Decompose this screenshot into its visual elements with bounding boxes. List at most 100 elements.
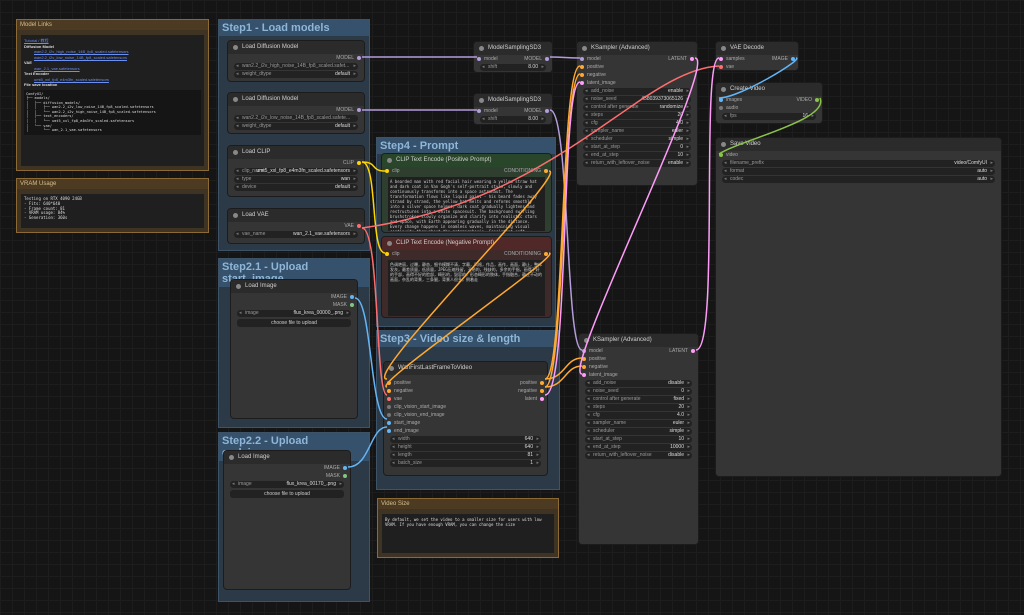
node-load-diffusion-high[interactable]: Load Diffusion Model MODEL wan2.2_i2v_hi…	[227, 40, 365, 82]
output-dot[interactable]	[540, 381, 544, 385]
input-dot[interactable]	[387, 397, 391, 401]
input-dot[interactable]	[385, 169, 389, 173]
vae-link[interactable]: wan_2.1_vae.safetensors	[34, 66, 80, 71]
output-dot[interactable]	[544, 252, 548, 256]
node-ksampler-2[interactable]: KSampler (Advanced) model LATENT positive…	[578, 333, 699, 545]
input-dot[interactable]	[719, 106, 723, 110]
widget-steps[interactable]: steps 20	[583, 112, 691, 119]
input-dot[interactable]	[387, 389, 391, 393]
format-widget[interactable]: format auto	[722, 168, 995, 175]
input-dot[interactable]	[582, 373, 586, 377]
node-save-video[interactable]: Save Video video filename_prefix video/Co…	[715, 137, 1002, 477]
widget-control-after-generate[interactable]: control after generate fixed	[585, 396, 692, 403]
input-dot[interactable]	[719, 65, 723, 69]
unet-name-widget[interactable]: wan2.2_i2v_high_noise_14B_fp8_scaled.saf…	[234, 63, 358, 70]
clip-name-widget[interactable]: clip_nameumt5_xxl_fp8_e4m3fn_scaled.safe…	[234, 168, 358, 175]
diffusion-link-high[interactable]: wan2.2_i2v_high_noise_14B_fp8_scaled.saf…	[34, 49, 129, 54]
filename-prefix-widget[interactable]: filename_prefix video/ComfyUI	[722, 160, 995, 167]
widget-return_with_leftover_noise[interactable]: return_with_leftover_noise enable	[583, 160, 691, 167]
batch-size-widget[interactable]: batch_size 1	[390, 460, 541, 467]
codec-widget[interactable]: codec auto	[722, 176, 995, 183]
node-model-sampling-2[interactable]: ModelSamplingSD3 model MODEL shift 8.00	[473, 93, 553, 125]
vae-name-widget[interactable]: vae_name wan_2.1_vae.safetensors	[234, 231, 358, 238]
unet-name-widget[interactable]: wan2.2_i2v_low_noise_14B_fp8_scaled.safe…	[234, 115, 358, 129]
output-dot[interactable]	[350, 303, 354, 307]
widget-scheduler[interactable]: scheduler simple	[583, 136, 691, 143]
weight-dtype-widget[interactable]: weight_dtype default	[234, 71, 358, 78]
clip-type-widget[interactable]: type wan	[234, 176, 358, 183]
widget-sampler_name[interactable]: sampler_name euler	[583, 128, 691, 135]
input-dot[interactable]	[580, 57, 584, 61]
output-dot[interactable]	[540, 389, 544, 393]
output-dot[interactable]	[357, 224, 361, 228]
output-dot[interactable]	[544, 169, 548, 173]
diffusion-link-low[interactable]: wan2.2_i2v_low_noise_14B_fp8_scaled.safe…	[34, 55, 127, 60]
clip-device-widget[interactable]: device default	[234, 184, 358, 191]
tutorial-link[interactable]: Tutorial / 教程	[24, 38, 49, 43]
output-dot[interactable]	[350, 295, 354, 299]
input-dot[interactable]	[580, 81, 584, 85]
widget-sampler_name[interactable]: sampler_name euler	[585, 420, 692, 427]
node-load-diffusion-low[interactable]: Load Diffusion Model MODEL wan2.2_i2v_lo…	[227, 92, 365, 134]
widget-end_at_step[interactable]: end_at_step 10	[583, 152, 691, 159]
node-load-image-end[interactable]: Load Image IMAGE MASK image flux_krea_001…	[223, 450, 351, 590]
image-widget[interactable]: image flux_krea_00170_.png	[230, 481, 344, 488]
widget-cfg[interactable]: cfg 4.0	[585, 412, 692, 419]
output-dot[interactable]	[357, 56, 361, 60]
widget-scheduler[interactable]: scheduler simple	[585, 428, 692, 435]
widget-control-after-generate[interactable]: control after generate randomize	[583, 104, 691, 111]
output-dot[interactable]	[540, 397, 544, 401]
input-dot[interactable]	[719, 153, 723, 157]
shift-widget[interactable]: shift 8.00	[480, 116, 546, 123]
model-links-note[interactable]: Model Links Tutorial / 教程 Diffusion Mode…	[16, 19, 209, 171]
node-vae-decode[interactable]: VAE Decode samples IMAGE vae	[715, 41, 799, 71]
image-widget[interactable]: image flux_krea_00000_.png	[237, 310, 351, 317]
node-load-vae[interactable]: Load VAE VAE vae_name wan_2.1_vae.safeten…	[227, 208, 365, 244]
node-ksampler-1[interactable]: KSampler (Advanced) model LATENT positive…	[576, 41, 698, 186]
widget-start_at_step[interactable]: start_at_step 10	[585, 436, 692, 443]
positive-prompt-text[interactable]: A bearded man with red facial hair weari…	[388, 177, 545, 231]
widget-end_at_step[interactable]: end_at_step 10000	[585, 444, 692, 451]
widget-steps[interactable]: steps 20	[585, 404, 692, 411]
input-dot[interactable]	[387, 405, 391, 409]
input-dot[interactable]	[387, 429, 391, 433]
input-dot[interactable]	[387, 413, 391, 417]
node-load-image-start[interactable]: Load Image IMAGE MASK image flux_krea_000…	[230, 279, 358, 419]
length-widget[interactable]: length 81	[390, 452, 541, 459]
input-dot[interactable]	[580, 65, 584, 69]
shift-widget[interactable]: shift 8.00	[480, 64, 546, 71]
input-dot[interactable]	[580, 73, 584, 77]
output-dot[interactable]	[791, 57, 795, 61]
output-dot[interactable]	[690, 57, 694, 61]
width-widget[interactable]: width 640	[390, 436, 541, 443]
widget-add_noise[interactable]: add_noise disable	[585, 380, 692, 387]
input-dot[interactable]	[385, 252, 389, 256]
output-dot[interactable]	[691, 349, 695, 353]
node-create-video[interactable]: Create Video images VIDEO audio fps 16	[715, 82, 823, 124]
widget-add_noise[interactable]: add_noise enable	[583, 88, 691, 95]
input-dot[interactable]	[582, 365, 586, 369]
output-dot[interactable]	[357, 161, 361, 165]
widget-start_at_step[interactable]: start_at_step 0	[583, 144, 691, 151]
upload-button[interactable]: choose file to upload	[230, 490, 344, 498]
input-dot[interactable]	[719, 98, 723, 102]
widget-cfg[interactable]: cfg 4.0	[583, 120, 691, 127]
input-dot[interactable]	[387, 381, 391, 385]
node-clip-negative[interactable]: CLIP Text Encode (Negative Prompt) clip C…	[381, 236, 552, 318]
node-clip-positive[interactable]: CLIP Text Encode (Positive Prompt) clip C…	[381, 153, 552, 233]
node-load-clip[interactable]: Load CLIP CLIP clip_nameumt5_xxl_fp8_e4m…	[227, 145, 365, 197]
input-dot[interactable]	[582, 357, 586, 361]
weight-dtype-widget[interactable]: weight_dtype default	[234, 123, 358, 130]
output-dot[interactable]	[545, 109, 549, 113]
input-dot[interactable]	[719, 57, 723, 61]
widget-noise_seed[interactable]: noise_seed 0	[585, 388, 692, 395]
vram-note[interactable]: VRAM Usage Testing on RTX 4090 24GB - Fit…	[16, 178, 209, 233]
negative-prompt-text[interactable]: 色调艳丽，过曝，静态，细节模糊不清，字幕，风格，作品，画作，画面，静止，整体发灰…	[388, 260, 545, 316]
output-dot[interactable]	[815, 98, 819, 102]
output-dot[interactable]	[343, 466, 347, 470]
video-size-note[interactable]: Video Size By default, we set the video …	[377, 498, 559, 558]
fps-widget[interactable]: fps 16	[722, 113, 816, 120]
node-wan-first-last[interactable]: WanFirstLastFrameToVideo positive positiv…	[383, 361, 548, 476]
upload-button[interactable]: choose file to upload	[237, 319, 351, 327]
input-dot[interactable]	[477, 109, 481, 113]
